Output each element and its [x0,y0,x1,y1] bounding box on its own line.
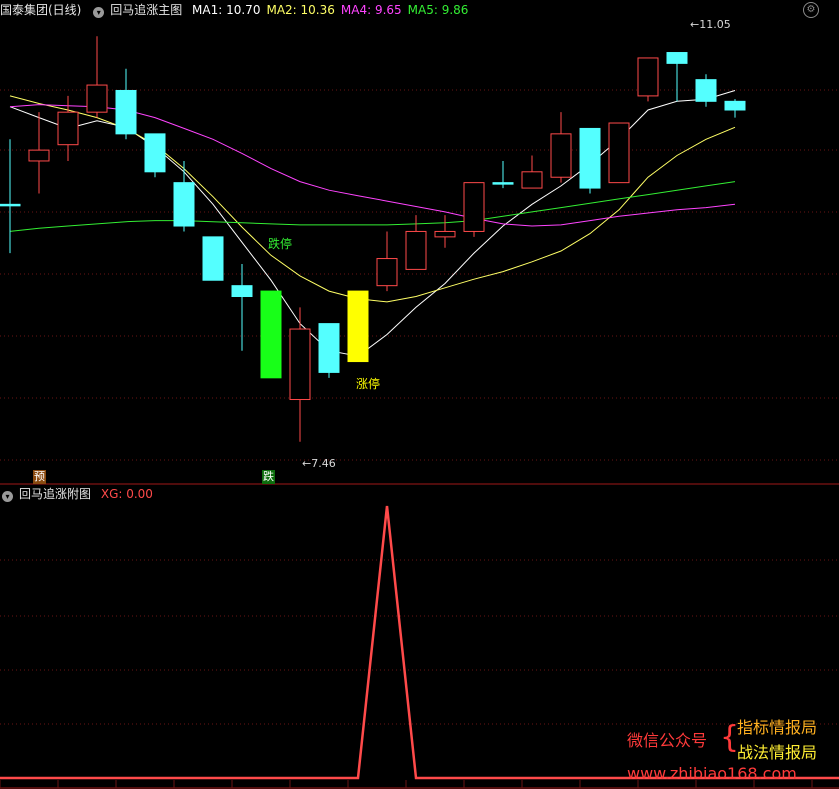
candle-body [173,182,195,227]
candle-body [347,290,369,363]
watermark-brand-1: 指标情报局 [737,718,818,737]
die-marker: 跌 [262,470,275,484]
gear-icon[interactable]: ⚙ [803,2,819,18]
ma-legend-item: MA5: 9.86 [407,3,469,17]
candle-body [144,133,166,173]
candle-body [637,57,659,97]
candle-body [666,52,688,64]
candle-body [463,182,485,232]
candle-body [724,100,746,111]
ma-legend-item: MA1: 10.70 [192,3,261,17]
candle-body [289,328,311,401]
high-price-label: ←11.05 [690,18,731,31]
kline-chart[interactable] [0,0,839,789]
candle-body [521,171,543,189]
main-chart-header: 国泰集团(日线) ▾ 回马追涨主图 MA1: 10.70 MA2: 10.36 MA4… [0,0,839,20]
candle-body [405,230,427,270]
limit-up-label: 涨停 [356,377,381,391]
watermark-url: www.zhibiao168.com [627,764,797,783]
candle-body [115,89,137,135]
candle-body [57,111,79,146]
chevron-down-icon[interactable]: ▾ [2,491,13,502]
candle-body [608,122,630,184]
stock-name[interactable]: 国泰集团(日线) [0,3,81,17]
watermark-brand-2: 战法情报局 [737,743,818,762]
candle-body [579,127,601,189]
xg-value: XG: 0.00 [100,487,153,501]
candle-body [492,182,514,185]
ma-legend-item: MA2: 10.36 [266,3,335,17]
candle-body [202,236,224,281]
candle-body [376,258,398,287]
ma-legend-item: MA4: 9.65 [340,3,402,17]
limit-down-label: 跌停 [268,237,293,251]
watermark-wechat: 微信公众号 [627,731,708,750]
main-indicator-name[interactable]: 回马追涨主图 [110,3,182,17]
sub-chart-header: ▾ 回马追涨附图 XG: 0.00 [0,484,839,504]
candle-body [318,323,340,373]
low-price-label: ←7.46 [302,457,336,470]
candle-body [28,149,50,162]
candle-body [260,290,282,379]
chevron-down-icon[interactable]: ▾ [93,7,105,18]
candle-body [231,285,253,298]
sub-indicator-name[interactable]: 回马追涨附图 [19,487,91,501]
ma-line-ma5 [9,181,736,232]
candle-body [695,79,717,102]
ma-legend: MA1: 10.70 MA2: 10.36 MA4: 9.65 MA5: 9.86 [192,3,474,17]
candle-body [0,203,21,207]
candle-body [86,84,108,113]
candle-body [550,133,572,178]
candle-body [434,230,456,238]
xg-line [0,505,839,780]
yu-marker: 预 [33,470,46,484]
